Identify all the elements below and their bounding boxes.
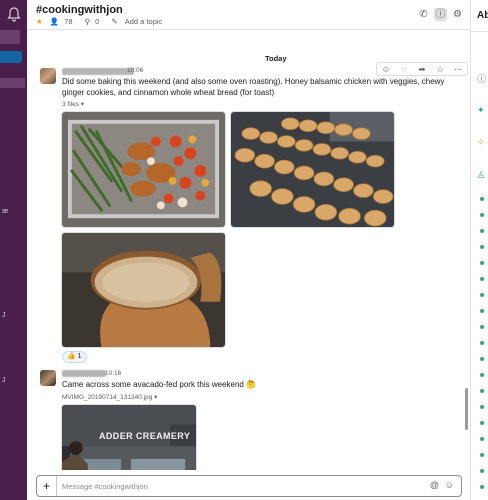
sidebar-item-active[interactable] (0, 51, 22, 63)
slack-window: æ J J #cookingwithjon ★ 👤 78 ⚲ 0 ✎ Add a t… (0, 0, 488, 500)
plus-icon[interactable]: + (37, 476, 57, 496)
message-text: Came across some avacado-fed pork this w… (62, 380, 257, 389)
person-icon: 👤 (49, 17, 60, 26)
pin-count[interactable]: ⚲ 0 (85, 17, 105, 26)
member-presence-dot[interactable] (480, 421, 484, 425)
channel-meta: ★ 👤 78 ⚲ 0 ✎ Add a topic (36, 17, 172, 26)
member-presence-dot[interactable] (480, 293, 484, 297)
channel-header: #cookingwithjon ★ 👤 78 ⚲ 0 ✎ Add a topic ✆… (27, 0, 470, 30)
member-presence-dot[interactable] (480, 357, 484, 361)
mention-icon[interactable]: @ (430, 480, 439, 490)
details-title: Ab (477, 10, 488, 21)
member-presence-dot[interactable] (480, 453, 484, 457)
person-icon[interactable]: ♙ (477, 170, 485, 181)
message-input[interactable] (62, 480, 422, 492)
member-count[interactable]: 👤 78 (50, 17, 78, 26)
member-presence-dot[interactable] (480, 213, 484, 217)
info-icon[interactable]: ⓘ (434, 8, 447, 21)
member-presence-dot[interactable] (480, 485, 484, 489)
bell-icon[interactable] (7, 6, 21, 22)
author-name-blurred[interactable] (62, 370, 106, 377)
image-ginger-cookies[interactable] (230, 111, 395, 228)
timestamp[interactable]: 10:06 (127, 67, 143, 74)
message-feed: Today ☺ ◌ ➦ ☆ ⋯ 10:06 Did some baking th… (27, 30, 470, 470)
member-presence-dot[interactable] (480, 325, 484, 329)
date-divider: Today (261, 54, 291, 63)
gear-icon[interactable]: ⚙ (451, 8, 464, 21)
sidebar-item[interactable] (0, 78, 25, 88)
member-presence-dot[interactable] (480, 197, 484, 201)
message-actions-toolbar: ☺ ◌ ➦ ☆ ⋯ (376, 62, 468, 76)
timestamp[interactable]: 10:16 (105, 370, 121, 377)
member-presence-dot[interactable] (480, 389, 484, 393)
image-cinnamon-bread[interactable] (61, 232, 226, 348)
header-actions: ✆ ⓘ ⚙ (417, 8, 464, 21)
message-composer: + @ ☺ (36, 475, 462, 497)
workspace-sidebar: æ J J (0, 0, 27, 500)
storefront-sign-text: ADDER CREAMERY (99, 431, 191, 441)
details-sidebar: Ab ⓘ ✦ ✧ ♙ (470, 0, 488, 500)
image-roasted-chicken-veggies[interactable] (61, 111, 226, 228)
share-icon[interactable]: ➦ (416, 64, 428, 75)
member-presence-dot[interactable] (480, 373, 484, 377)
file-name-toggle[interactable]: MVIMG_20190714_131240.jpg ▾ (62, 393, 157, 401)
scrollbar-thumb[interactable] (465, 388, 468, 430)
member-presence-dot[interactable] (480, 405, 484, 409)
files-toggle[interactable]: 3 files ▾ (62, 100, 84, 108)
member-presence-dot[interactable] (480, 261, 484, 265)
bookmark-icon[interactable]: ☆ (434, 64, 446, 75)
member-presence-dot[interactable] (480, 341, 484, 345)
sidebar-glyph: J (2, 377, 6, 384)
author-name-blurred[interactable] (62, 68, 134, 75)
member-presence-dot[interactable] (480, 469, 484, 473)
avatar[interactable] (40, 68, 56, 84)
sparkle-icon[interactable]: ✦ (477, 105, 485, 116)
avatar[interactable] (40, 370, 56, 386)
member-presence-dot[interactable] (480, 437, 484, 441)
channel-title[interactable]: #cookingwithjon (36, 4, 123, 16)
star-icon[interactable]: ★ (36, 17, 43, 26)
member-presence-dot[interactable] (480, 245, 484, 249)
more-icon[interactable]: ⋯ (452, 64, 464, 75)
pin-icon[interactable]: ✧ (477, 137, 485, 148)
phone-icon[interactable]: ✆ (417, 8, 430, 21)
sidebar-item[interactable] (0, 30, 20, 44)
pin-icon: ⚲ (84, 17, 91, 26)
emoji-icon[interactable]: ☺ (445, 480, 454, 490)
sidebar-glyph: J (2, 312, 6, 319)
add-topic-link[interactable]: ✎ Add a topic (111, 17, 167, 26)
reply-icon[interactable]: ◌ (398, 64, 410, 74)
message-text: Did some baking this weekend (and also s… (62, 77, 445, 97)
reaction-thumbs-up[interactable]: 👍 1 (62, 351, 87, 363)
member-presence-dot[interactable] (480, 309, 484, 313)
pencil-icon: ✎ (111, 17, 120, 26)
info-icon[interactable]: ⓘ (477, 72, 486, 85)
sidebar-glyph: æ (2, 208, 9, 215)
member-presence-dot[interactable] (480, 277, 484, 281)
divider (471, 31, 488, 32)
add-reaction-icon[interactable]: ☺ (380, 64, 392, 74)
member-presence-dot[interactable] (480, 229, 484, 233)
